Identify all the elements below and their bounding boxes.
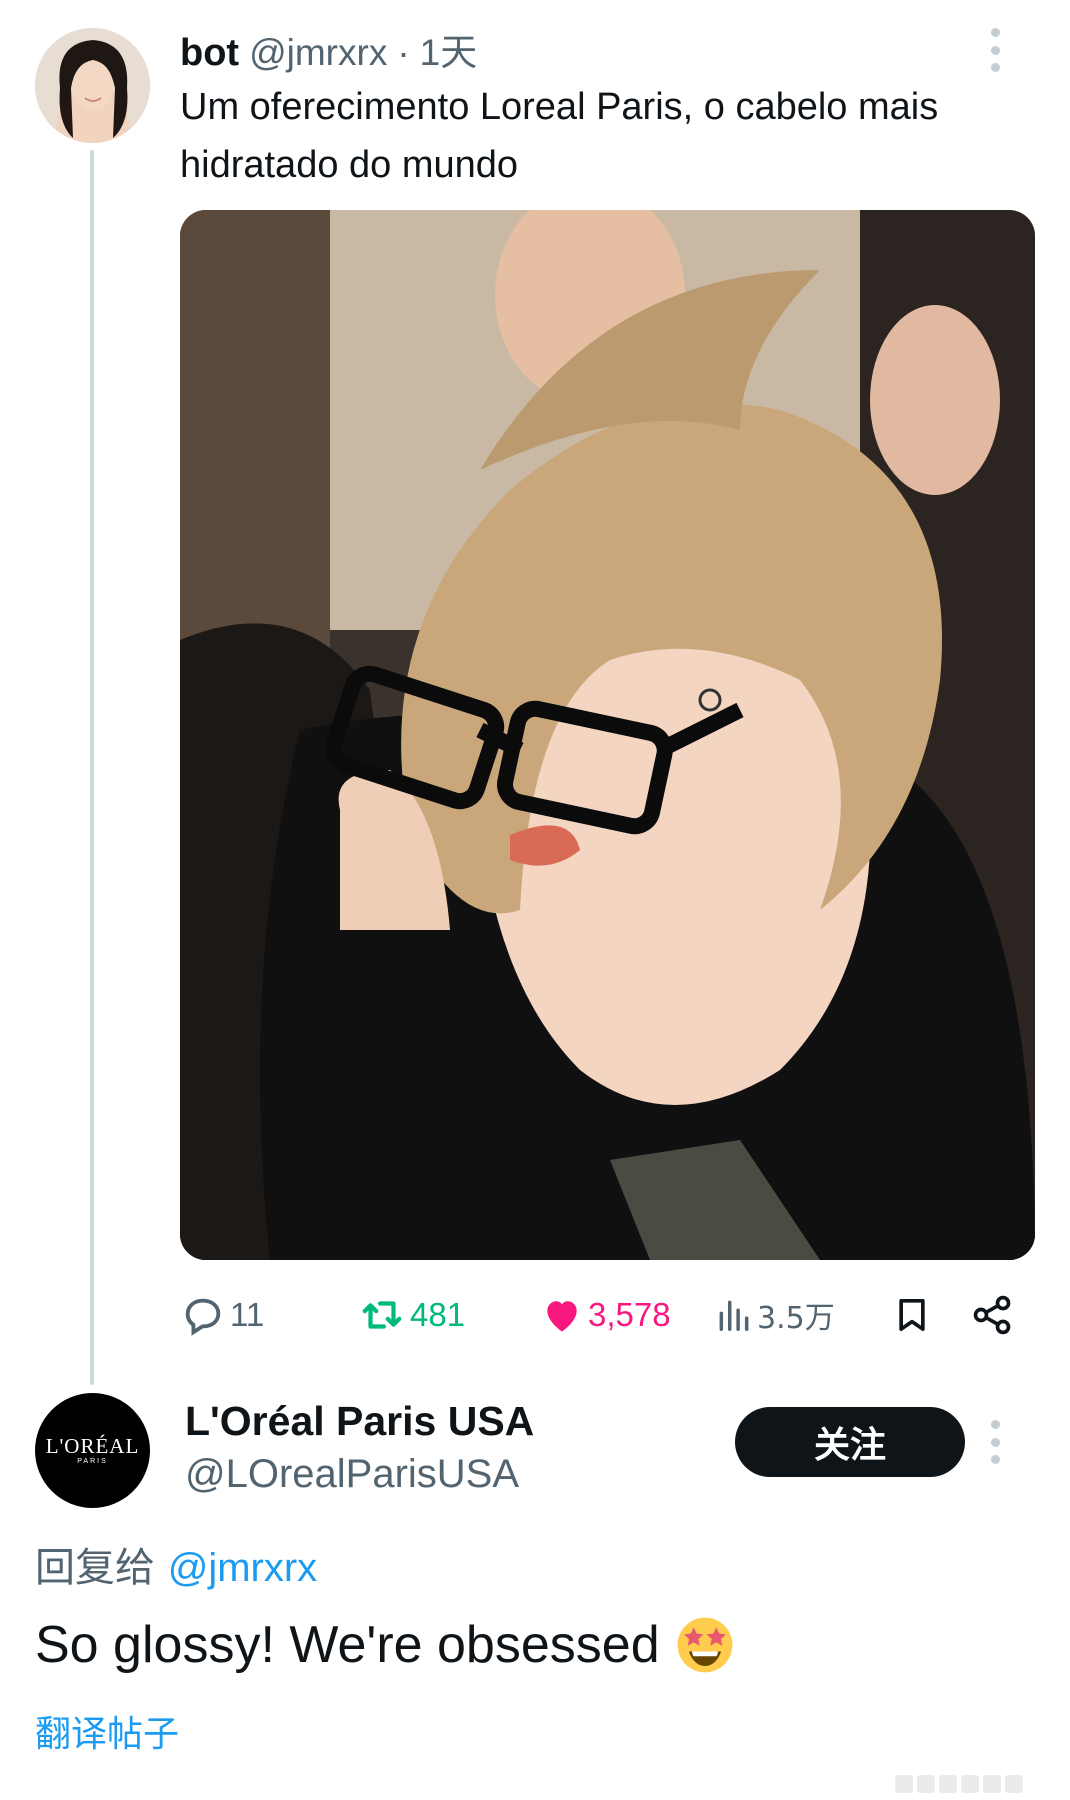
star-struck-emoji-icon	[677, 1617, 732, 1673]
heart-icon	[547, 1301, 577, 1332]
reply-button[interactable]: 11	[180, 1285, 264, 1345]
like-count: 3,578	[588, 1296, 671, 1333]
retweet-icon	[362, 1301, 402, 1329]
tweet-header: bot @jmrxrx · 1天	[180, 22, 477, 75]
tweet-actions: 11 481 3,578 3.5万	[180, 1285, 1015, 1345]
reply-count: 11	[230, 1296, 265, 1333]
reply-avatar[interactable]: L'ORÉAL PARIS	[35, 1393, 150, 1508]
views-button[interactable]: 3.5万	[715, 1285, 835, 1345]
replying-to-label: 回复给	[35, 1545, 155, 1591]
brand-logo-sub: PARIS	[77, 1457, 108, 1465]
views-count: 3.5万	[757, 1301, 835, 1336]
media-photo	[180, 210, 1035, 1260]
share-button[interactable]	[970, 1285, 1014, 1345]
author-avatar[interactable]	[35, 28, 150, 143]
author-name[interactable]: bot	[180, 32, 239, 75]
reply-text: So glossy! We're obsessed	[35, 1615, 734, 1675]
bookmark-icon	[899, 1299, 925, 1331]
thread-line	[90, 150, 94, 1385]
retweet-count: 481	[410, 1296, 466, 1333]
more-icon[interactable]	[989, 28, 1001, 72]
brand-logo-text: L'ORÉAL	[45, 1433, 140, 1458]
replying-to: 回复给 @jmrxrx	[35, 1535, 317, 1593]
reply-more-icon[interactable]	[989, 1420, 1001, 1464]
avatar-photo	[35, 28, 150, 143]
author-handle[interactable]: @jmrxrx	[249, 32, 387, 74]
retweet-button[interactable]: 481	[358, 1285, 465, 1345]
tweet-text: Um oferecimento Loreal Paris, o cabelo m…	[180, 86, 939, 186]
views-icon	[719, 1300, 749, 1331]
bookmark-button[interactable]	[892, 1285, 932, 1345]
tweet-media[interactable]	[180, 210, 1035, 1260]
replying-to-handle[interactable]: @jmrxrx	[168, 1546, 317, 1590]
reply-text-body: So glossy! We're obsessed	[35, 1616, 660, 1674]
watermark	[895, 1772, 1065, 1796]
reply-icon	[185, 1298, 221, 1336]
post-time[interactable]: 1天	[420, 22, 478, 76]
translate-link[interactable]: 翻译帖子	[35, 1705, 179, 1757]
share-icon	[973, 1295, 1011, 1335]
separator-dot: ·	[397, 32, 410, 73]
follow-button[interactable]: 关注	[735, 1407, 965, 1477]
reply-author-name[interactable]: L'Oréal Paris USA	[185, 1398, 534, 1445]
like-button[interactable]: 3,578	[540, 1285, 671, 1345]
reply-author-handle[interactable]: @LOrealParisUSA	[185, 1452, 519, 1497]
